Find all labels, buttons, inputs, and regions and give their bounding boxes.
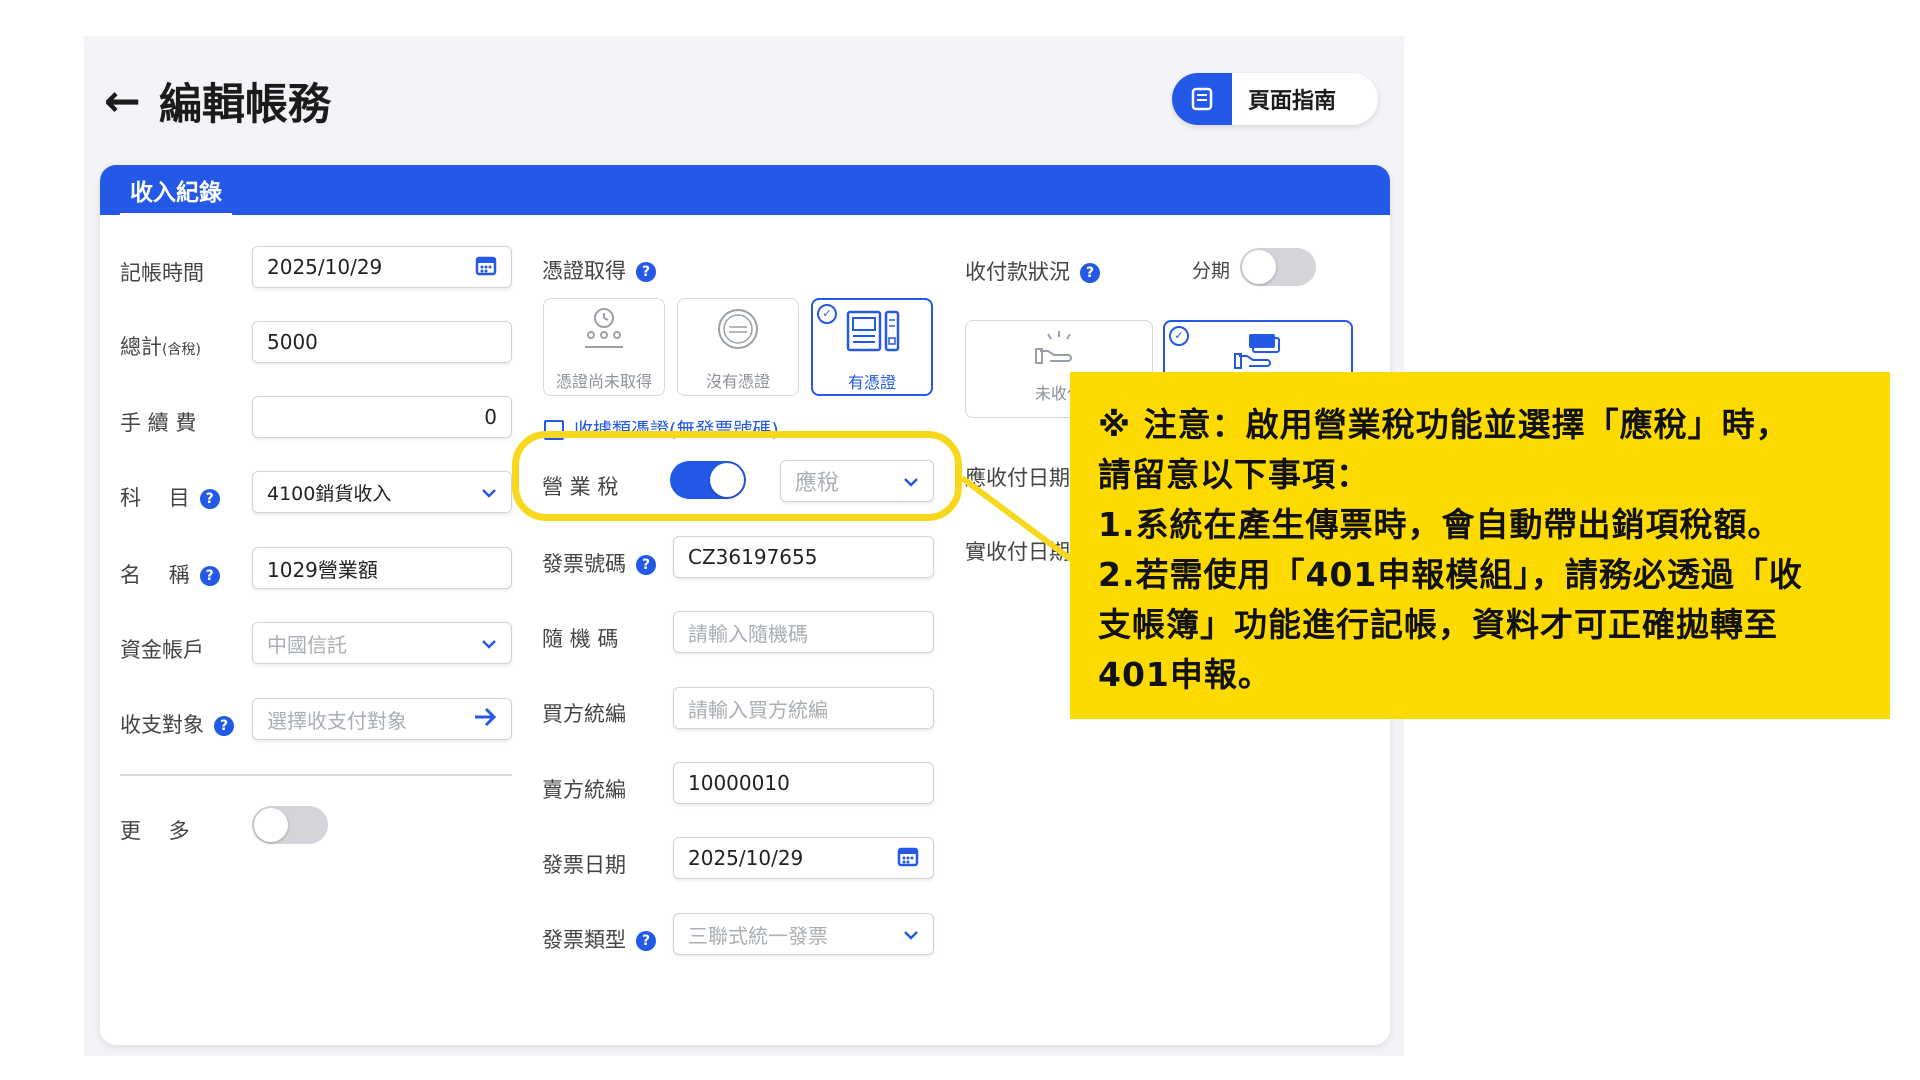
attention-note: ※ 注意：啟用營業稅功能並選擇「應稅」時， 請留意以下事項： 1.系統在產生傳票…	[1070, 372, 1890, 719]
note-line: 請留意以下事項：	[1098, 455, 1370, 494]
note-line: 1.系統在產生傳票時，會自動帶出銷項稅額。	[1098, 505, 1782, 544]
note-line: 401申報。	[1098, 655, 1272, 694]
note-line: 支帳簿」功能進行記帳，資料才可正確拋轉至	[1098, 605, 1778, 644]
note-line: ※ 注意：啟用營業稅功能並選擇「應稅」時，	[1098, 405, 1790, 444]
note-line: 2.若需使用「401申報模組」，請務必透過「收	[1098, 555, 1803, 594]
